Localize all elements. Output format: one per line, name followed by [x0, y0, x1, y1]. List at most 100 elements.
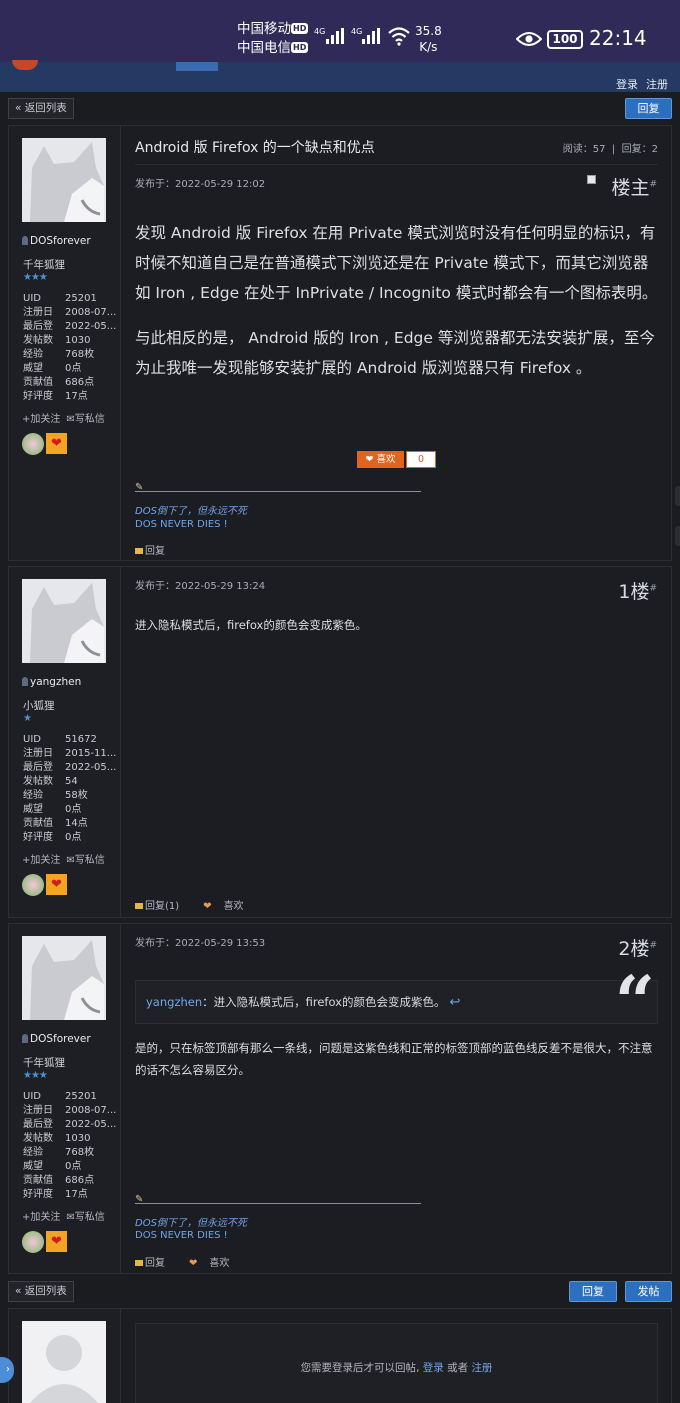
battery-icon: 100	[547, 30, 583, 49]
author-sidebar: DOSforever 千年狐狸 ★★★ UID 25201 注册日 2008-07.…	[9, 126, 121, 560]
network-gen-2: 4G	[351, 27, 363, 36]
nav-active-tab[interactable]	[176, 62, 218, 71]
gender-icon	[22, 236, 28, 245]
back-to-list-button[interactable]: « 返回列表	[8, 1281, 74, 1302]
user-stats: UID 51672 注册日 2015-11... 最后登 2022-05... 发帖数…	[23, 734, 117, 843]
post-content: 发布于：2022-05-29 13:53 2楼# yangzhen：进入隐私模式…	[122, 924, 671, 1273]
reply-link[interactable]: 回复(1)	[135, 901, 191, 912]
hd-badge: HD	[291, 42, 309, 53]
reply-button[interactable]: 回复	[625, 98, 672, 119]
signature-line-2: DOS NEVER DIES !	[135, 1230, 228, 1241]
fox-avatar-icon	[22, 138, 106, 222]
reply-button[interactable]: 回复	[569, 1281, 617, 1302]
thread-stats: 阅读：57 | 回复：2	[562, 144, 658, 155]
avatar[interactable]	[22, 138, 106, 222]
author-name[interactable]: DOSforever	[22, 235, 91, 247]
avatar[interactable]	[22, 579, 106, 663]
badge-heart-icon: ❤	[46, 1231, 67, 1252]
wifi-icon	[388, 27, 410, 46]
register-link[interactable]: 注册	[471, 1362, 492, 1374]
fox-avatar-icon	[22, 936, 106, 1020]
register-link[interactable]: 注册	[646, 78, 668, 91]
reply-icon	[135, 903, 143, 909]
scroll-edge-indicator[interactable]	[675, 486, 680, 506]
network-gen-1: 4G	[314, 27, 326, 36]
floor-label[interactable]: 2楼#	[618, 934, 657, 961]
heart-icon: ❤	[189, 1258, 198, 1269]
reply-box[interactable]: 您需要登录后才可以回帖, 登录 或者 注册	[135, 1323, 658, 1403]
select-checkbox[interactable]	[587, 175, 596, 184]
auth-links: 登录 注册	[608, 76, 668, 92]
author-sidebar: DOSforever 千年狐狸 ★★★ UID 25201 注册日 2008-07.…	[9, 924, 121, 1273]
carrier-info: 中国移动 HD 中国电信 HD	[237, 20, 309, 58]
reply-link[interactable]: 回复	[135, 1258, 177, 1269]
floor-label[interactable]: 楼主#	[611, 173, 657, 200]
post-content: 发布于：2022-05-29 13:24 1楼# 进入隐私模式后，firefox…	[122, 567, 671, 917]
floor-label[interactable]: 1楼#	[618, 577, 657, 604]
post-actions: 回复 ❤ 喜欢	[135, 1254, 253, 1269]
post-body: 进入隐私模式后，firefox的颜色会变成紫色。	[135, 618, 367, 632]
avatar[interactable]	[22, 936, 106, 1020]
message-button[interactable]: ✉写私信	[66, 414, 110, 425]
back-to-list-button[interactable]: « 返回列表	[8, 98, 74, 119]
hd-badge: HD	[291, 23, 309, 34]
user-actions: +加关注 ✉写私信	[22, 410, 117, 425]
follow-button[interactable]: +加关注	[22, 1212, 60, 1223]
post-date: 发布于：2022-05-29 13:24	[135, 581, 266, 592]
post-date: 发布于：2022-05-29 13:53	[135, 938, 266, 949]
message-button[interactable]: ✉写私信	[66, 855, 110, 866]
gender-icon	[22, 1034, 28, 1043]
guest-avatar	[22, 1321, 106, 1403]
new-post-button[interactable]: 发帖	[625, 1281, 672, 1302]
clock: 22:14	[589, 26, 647, 50]
follow-button[interactable]: +加关注	[22, 414, 60, 425]
signature-line-2: DOS NEVER DIES !	[135, 519, 228, 530]
jump-to-post-icon[interactable]: ↩	[449, 995, 460, 1010]
user-actions: +加关注 ✉写私信	[22, 851, 117, 866]
user-stats: UID 25201 注册日 2008-07... 最后登 2022-05... 发帖数…	[23, 1091, 117, 1200]
signature-line-1: DOS倒下了，但永远不死	[135, 1218, 247, 1229]
post-body: 发现 Android 版 Firefox 在用 Private 模式浏览时没有任…	[135, 224, 658, 377]
quote-mark-icon: “	[614, 960, 655, 1043]
badge-heart-icon: ❤	[46, 874, 67, 895]
quick-reply: 您需要登录后才可以回帖, 登录 或者 注册	[8, 1308, 672, 1403]
badge-heart-icon: ❤	[46, 433, 67, 454]
post-floor-1: yangzhen 小狐狸 ★ UID 51672 注册日 2015-11... 最后…	[8, 566, 672, 918]
like-link[interactable]: ❤ 喜欢	[203, 901, 255, 912]
quote-user-link[interactable]: yangzhen	[146, 995, 202, 1009]
guest-avatar-icon	[22, 1321, 106, 1403]
author-name[interactable]: yangzhen	[22, 676, 81, 688]
net-speed: 35.8 K/s	[415, 24, 442, 54]
post-content: Android 版 Firefox 的一个缺点和优点 阅读：57 | 回复：2 …	[122, 126, 671, 560]
like-link[interactable]: ❤ 喜欢	[189, 1258, 241, 1269]
badge-pig-icon	[22, 433, 44, 455]
message-button[interactable]: ✉写私信	[66, 1212, 110, 1223]
author-name[interactable]: DOSforever	[22, 1033, 91, 1045]
heart-icon: ❤	[203, 901, 212, 912]
user-badges: ❤	[22, 1231, 68, 1253]
carrier-2: 中国电信	[237, 40, 291, 56]
scroll-edge-indicator[interactable]	[675, 526, 680, 546]
thread-title: Android 版 Firefox 的一个缺点和优点	[135, 140, 375, 156]
reply-link[interactable]: 回复	[135, 546, 177, 557]
like-button[interactable]: ❤ 喜欢	[357, 451, 404, 468]
login-link[interactable]: 登录	[616, 78, 638, 91]
reply-icon	[135, 548, 143, 554]
site-logo-icon	[12, 60, 38, 70]
follow-button[interactable]: +加关注	[22, 855, 60, 866]
gender-icon	[22, 677, 28, 686]
carrier-1: 中国移动	[237, 21, 291, 37]
reply-area: 您需要登录后才可以回帖, 登录 或者 注册	[122, 1309, 671, 1403]
rank-stars-icon: ★	[23, 713, 32, 724]
site-header: 登录 注册	[0, 60, 680, 92]
user-badges: ❤	[22, 433, 68, 455]
status-bar: 中国移动 HD 中国电信 HD 4G 4G 35.8 K/s 100 22:14	[0, 0, 680, 62]
user-rank: 千年狐狸	[23, 1057, 65, 1069]
badge-pig-icon	[22, 1231, 44, 1253]
fox-avatar-icon	[22, 579, 106, 663]
rank-stars-icon: ★★★	[23, 272, 48, 283]
login-link[interactable]: 登录	[423, 1362, 444, 1374]
signal-icon	[326, 28, 346, 44]
post-date: 发布于：2022-05-29 12:02	[135, 179, 266, 190]
reply-sidebar	[9, 1309, 121, 1403]
